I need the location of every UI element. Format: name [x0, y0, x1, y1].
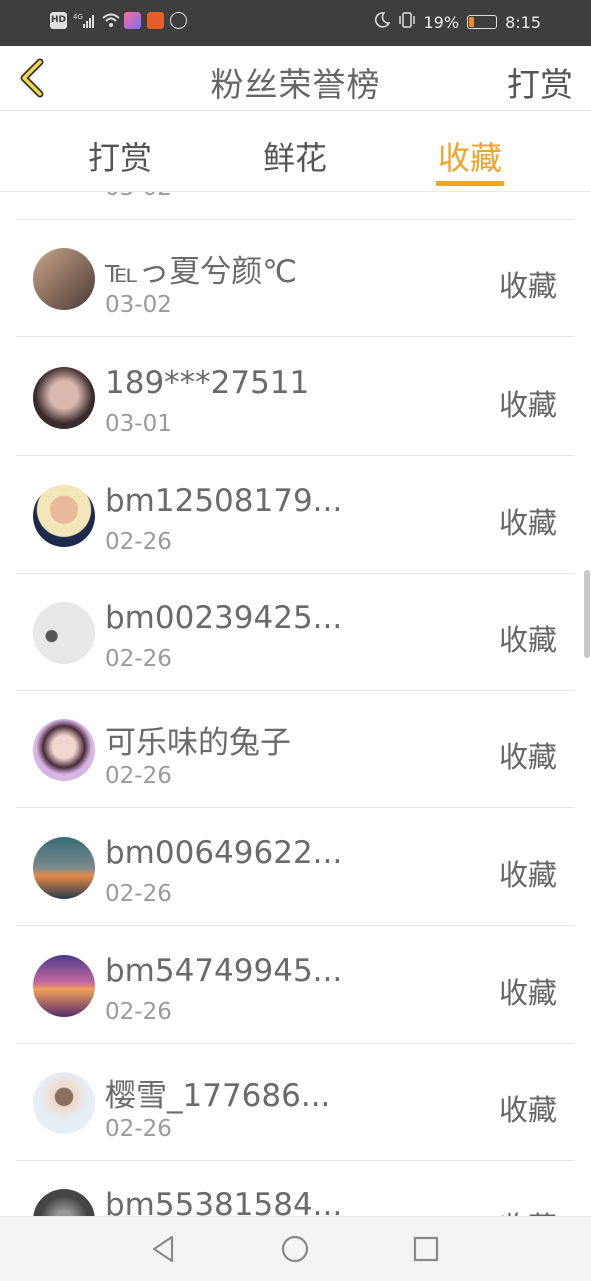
tab-bar: 打赏 鲜花 收藏	[0, 111, 591, 192]
item-date: 02-26	[105, 529, 172, 555]
clock: 8:15	[505, 12, 541, 32]
item-date: 02-26	[105, 999, 172, 1025]
circle-home-icon	[281, 1235, 309, 1263]
item-action: 收藏	[498, 269, 557, 303]
item-date: 02-26	[105, 763, 172, 789]
status-icons-left: HD 4G	[50, 12, 187, 29]
item-name: bm54749945...	[105, 953, 343, 989]
item-name: bm00649622...	[105, 835, 343, 871]
item-action: 收藏	[498, 623, 557, 657]
item-action: 收藏	[498, 1093, 557, 1127]
video-app-icon	[147, 12, 164, 29]
item-action: 收藏	[499, 1204, 557, 1216]
status-bar: HD 4G 19% 8:15	[0, 0, 591, 46]
item-name: 可乐味的兔子	[105, 725, 291, 761]
list-item[interactable]: ℡っ夏兮颜℃ 03-02 收藏	[16, 220, 574, 337]
item-date: 03-02	[105, 192, 172, 201]
item-action: 收藏	[498, 858, 557, 892]
nav-back-button[interactable]	[148, 1233, 180, 1265]
item-date: 03-02	[105, 292, 172, 318]
avatar[interactable]	[33, 602, 95, 664]
item-date: 02-26	[105, 881, 172, 907]
list-item[interactable]: bm54749945... 02-26 收藏	[16, 927, 574, 1044]
triangle-back-icon	[152, 1235, 174, 1263]
svg-text:4G: 4G	[73, 13, 83, 21]
battery-icon	[467, 15, 498, 29]
item-action: 收藏	[498, 740, 557, 774]
page-title: 粉丝荣誉榜	[210, 65, 381, 104]
app-icon	[124, 12, 141, 29]
hand-icon	[170, 12, 187, 29]
item-action: 收藏	[498, 388, 557, 422]
nav-home-button[interactable]	[279, 1233, 311, 1265]
square-recents-icon	[413, 1236, 439, 1262]
list-item[interactable]: 189***27511 03-01 收藏	[16, 339, 574, 456]
item-action: 收藏	[498, 506, 557, 540]
status-icons-right: 19% 8:15	[374, 12, 541, 32]
avatar[interactable]	[33, 719, 95, 781]
item-name: bm12508179...	[105, 483, 343, 519]
hd-icon: HD	[50, 12, 67, 29]
item-name: 樱雪_177686...	[105, 1078, 331, 1114]
moon-icon	[374, 12, 390, 32]
fans-list[interactable]: 03-02 ℡っ夏兮颜℃ 03-02 收藏 189***27511 03-01 …	[16, 192, 574, 1216]
scrollbar[interactable]	[584, 570, 590, 658]
list-item[interactable]: bm00649622... 02-26 收藏	[16, 809, 574, 926]
list-item[interactable]: 樱雪_177686... 02-26 收藏	[16, 1044, 574, 1161]
tab-favorites[interactable]: 收藏	[410, 133, 530, 179]
item-date: 02-26	[105, 1116, 172, 1142]
tab-flowers[interactable]: 鲜花	[235, 133, 355, 179]
avatar[interactable]	[33, 837, 95, 899]
active-tab-indicator	[436, 181, 504, 186]
item-name: ℡っ夏兮颜℃	[105, 254, 298, 290]
avatar[interactable]	[33, 367, 95, 429]
avatar[interactable]	[33, 1072, 95, 1134]
tip-button[interactable]: 打赏	[507, 58, 573, 106]
tab-tip[interactable]: 打赏	[60, 133, 180, 179]
item-name: bm55381584...	[105, 1187, 343, 1216]
item-action: 收藏	[498, 976, 557, 1010]
wifi-icon	[101, 12, 120, 29]
item-date: 02-26	[105, 646, 172, 672]
item-name: 189***27511	[105, 365, 310, 401]
item-date: 03-01	[105, 411, 172, 437]
avatar[interactable]	[33, 1189, 95, 1216]
item-name: bm00239425...	[105, 600, 343, 636]
4g-signal-icon: 4G	[73, 12, 95, 29]
list-item[interactable]: bm55381584... 收藏	[16, 1161, 574, 1216]
avatar[interactable]	[33, 955, 95, 1017]
vibrate-icon	[398, 12, 416, 32]
list-item[interactable]: 可乐味的兔子 02-26 收藏	[16, 691, 574, 808]
battery-percent: 19%	[423, 12, 460, 32]
system-nav-bar	[0, 1216, 591, 1281]
nav-recents-button[interactable]	[410, 1233, 442, 1265]
list-item[interactable]: 03-02	[16, 192, 574, 220]
app-header: 粉丝荣誉榜 打赏	[0, 46, 591, 111]
avatar[interactable]	[33, 248, 95, 310]
avatar[interactable]	[33, 485, 95, 547]
list-item[interactable]: bm12508179... 02-26 收藏	[16, 457, 574, 574]
list-item[interactable]: bm00239425... 02-26 收藏	[16, 574, 574, 691]
